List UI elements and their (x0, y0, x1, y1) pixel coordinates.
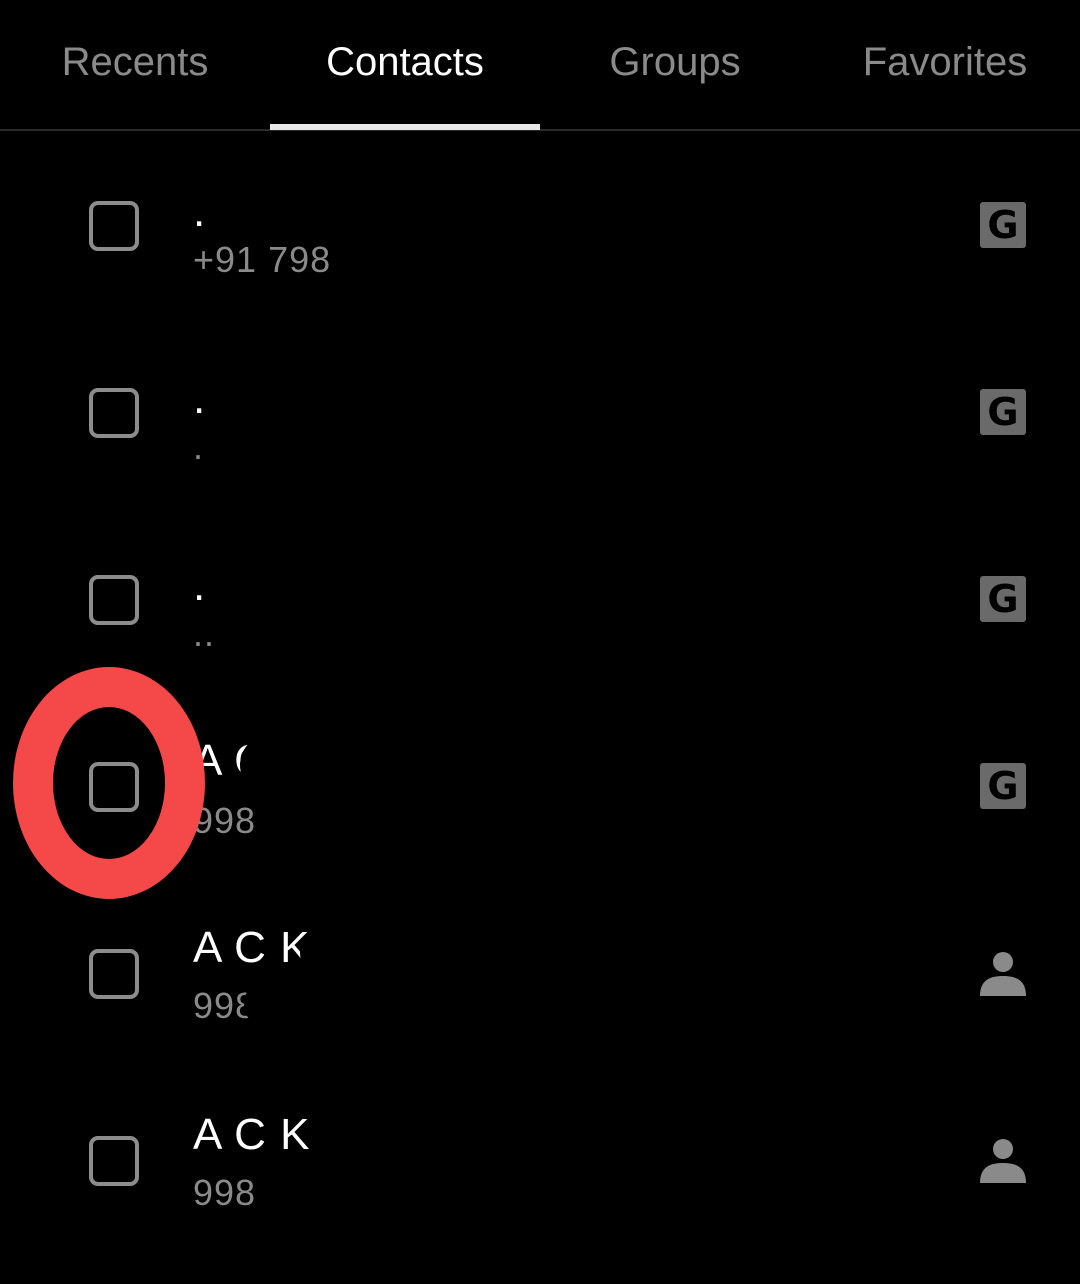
select-checkbox[interactable] (89, 948, 139, 999)
contact-number: . (193, 426, 205, 467)
redaction-mark (255, 781, 443, 875)
tab-bar: Recents Contacts Groups Favorites (0, 0, 1080, 131)
google-icon: G (980, 575, 1026, 622)
select-checkbox[interactable] (89, 761, 139, 812)
google-icon: G (980, 201, 1026, 248)
select-checkbox[interactable] (89, 574, 139, 625)
tab-groups[interactable]: Groups (540, 0, 810, 129)
tab-contacts[interactable]: Contacts (270, 0, 540, 129)
tab-favorites[interactable]: Favorites (810, 0, 1080, 129)
contact-name: . (193, 561, 207, 610)
redaction-mark (300, 931, 434, 975)
contact-name: A C K (193, 1110, 311, 1159)
redaction-mark (327, 215, 513, 289)
select-checkbox[interactable] (89, 200, 139, 251)
person-icon (980, 951, 1026, 996)
contact-row[interactable]: . +91 798 G (0, 131, 1080, 318)
contact-number: .. (193, 613, 216, 654)
redaction-mark (244, 979, 444, 1029)
contact-row[interactable]: . .. G (0, 505, 1080, 692)
contact-row[interactable]: A C K 998 (0, 879, 1080, 1066)
contact-number: 998 (193, 800, 257, 841)
contact-row[interactable]: A C K 998 (0, 1066, 1080, 1253)
contact-name: . (193, 374, 207, 423)
google-icon: G (980, 388, 1026, 435)
tab-recents[interactable]: Recents (0, 0, 270, 129)
contact-row[interactable]: . . G (0, 318, 1080, 505)
contact-name: . (193, 187, 207, 236)
contact-number: +91 798 (193, 239, 332, 280)
google-icon: G (980, 762, 1026, 809)
select-checkbox[interactable] (89, 1135, 139, 1186)
active-tab-indicator (270, 124, 540, 130)
contact-number: 998 (193, 1172, 257, 1213)
select-checkbox[interactable] (89, 387, 139, 438)
contact-row[interactable]: A C 998 G (0, 692, 1080, 879)
person-icon (980, 1138, 1026, 1183)
contact-name: A C K (193, 923, 311, 972)
redaction-mark (320, 1130, 456, 1166)
